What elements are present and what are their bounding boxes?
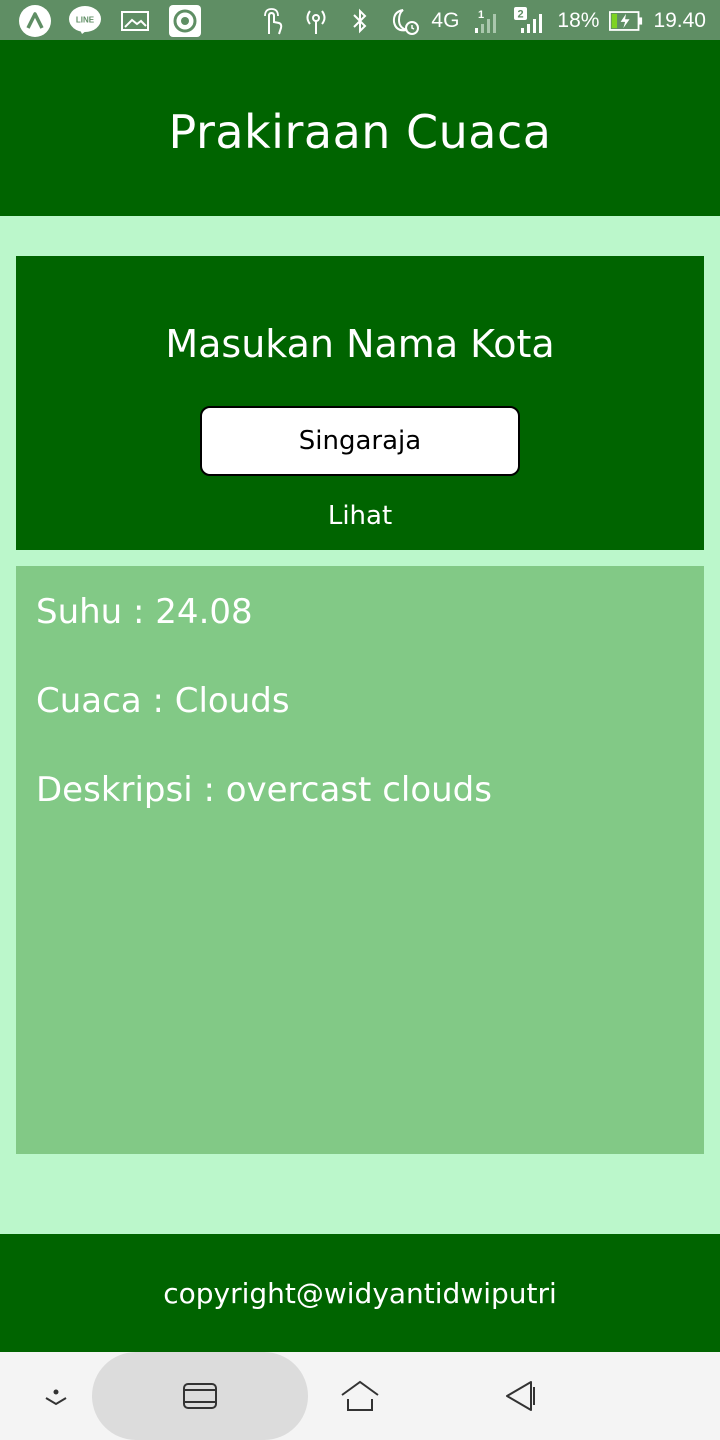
night-mode-alarm-icon (387, 4, 421, 38)
temperature-text: Suhu : 24.08 (36, 592, 253, 632)
svg-text:1: 1 (478, 9, 484, 21)
recent-apps-button[interactable] (172, 1370, 228, 1422)
record-icon (168, 4, 202, 38)
app-launcher-icon (18, 4, 52, 38)
city-input-heading: Masukan Nama Kota (165, 322, 555, 366)
bluetooth-icon (343, 4, 377, 38)
battery-percent: 18% (557, 9, 600, 32)
navigation-bar (0, 1352, 720, 1440)
page-title: Prakiraan Cuaca (168, 105, 552, 159)
back-button[interactable] (492, 1370, 548, 1422)
hide-nav-icon (45, 1389, 67, 1406)
app-footer: copyright@widyantidwiputri (0, 1234, 720, 1352)
clock: 19.40 (653, 9, 706, 32)
svg-text:2: 2 (518, 9, 524, 21)
hotspot-icon (299, 4, 333, 38)
weather-text: Cuaca : Clouds (36, 681, 290, 721)
line-app-icon: LINE (68, 4, 102, 38)
network-type: 4G (431, 9, 460, 32)
city-search-card: Masukan Nama Kota Lihat (16, 256, 704, 550)
gallery-icon (118, 4, 152, 38)
back-icon (506, 1381, 535, 1411)
home-icon (341, 1380, 379, 1411)
status-bar-system: 4G 1 2 18% 19.40 (255, 5, 706, 37)
hide-nav-button[interactable] (28, 1370, 84, 1422)
lihat-button[interactable]: Lihat (300, 496, 420, 536)
svg-text:LINE: LINE (76, 16, 95, 25)
copyright-text: copyright@widyantidwiputri (163, 1276, 557, 1310)
status-bar-notifications: LINE (18, 5, 202, 37)
recent-apps-icon (183, 1383, 217, 1409)
home-button[interactable] (332, 1370, 388, 1422)
battery-charging-icon (609, 4, 643, 38)
status-bar-divider (0, 40, 720, 48)
app-header: Prakiraan Cuaca (0, 48, 720, 216)
touch-icon (255, 4, 289, 38)
description-text: Deskripsi : overcast clouds (36, 770, 492, 810)
city-input[interactable] (200, 406, 520, 476)
signal-sim2-icon: 2 (513, 4, 547, 38)
weather-result-card: Suhu : 24.08 Cuaca : Clouds Deskripsi : … (16, 566, 704, 1154)
signal-sim1-icon: 1 (469, 4, 503, 38)
